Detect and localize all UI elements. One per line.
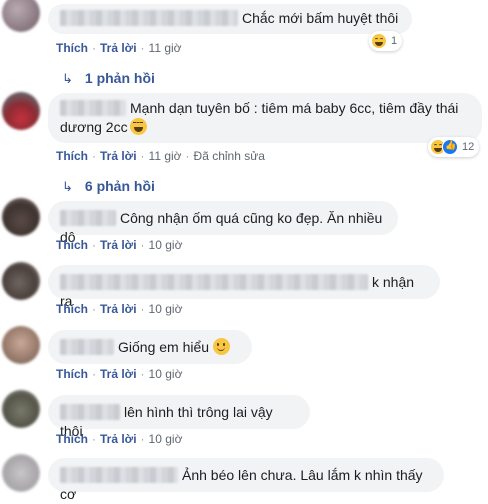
reaction-count: 1 [391, 35, 398, 47]
comment-text: Chắc mới bấm huyệt thôi [242, 10, 399, 26]
blurred-author-name[interactable] [60, 210, 116, 226]
timestamp[interactable]: 10 giờ [149, 302, 183, 316]
reactions-summary[interactable]: 12 [428, 137, 480, 157]
reply-link[interactable]: Trả lời [100, 432, 137, 446]
blurred-author-name[interactable] [60, 274, 368, 290]
reply-link[interactable]: Trả lời [100, 367, 137, 381]
timestamp[interactable]: 11 giờ [149, 149, 182, 163]
comment-bubble: Giống em hiểu [48, 330, 252, 364]
like-link[interactable]: Thích [56, 149, 88, 163]
avatar[interactable] [2, 198, 40, 236]
reply-link[interactable]: Trả lời [100, 41, 137, 55]
smile-icon [213, 338, 231, 355]
comment-actions: Thích · Trả lời · 10 giờ [56, 432, 183, 446]
avatar[interactable] [2, 454, 40, 492]
haha-icon [371, 33, 387, 49]
avatar[interactable] [2, 326, 40, 364]
reaction-count: 12 [462, 141, 475, 153]
avatar[interactable] [2, 262, 40, 300]
comment-bubble: Công nhận ốm quá cũng ko đẹp. Ăn nhiều d… [48, 201, 398, 245]
comment-bubble: k nhận ra [48, 265, 440, 309]
like-link[interactable]: Thích [56, 432, 88, 446]
timestamp[interactable]: 10 giờ [149, 238, 183, 252]
comment-actions: Thích · Trả lời · 10 giờ [56, 367, 183, 381]
view-replies-link[interactable]: ↳ 6 phản hồi [62, 178, 155, 195]
timestamp[interactable]: 11 giờ [149, 41, 182, 55]
comment-text: Giống em hiểu [118, 339, 210, 355]
comment-actions: Thích · Trả lời · 10 giờ [56, 302, 183, 316]
reply-link[interactable]: Trả lời [100, 302, 137, 316]
blurred-author-name[interactable] [60, 10, 238, 26]
comment-bubble: lên hình thì trông lai vậy thôi [48, 395, 310, 439]
reactions-summary[interactable]: 1 [369, 31, 403, 51]
comment-actions: Thích · Trả lời · 11 giờ [56, 41, 182, 55]
view-replies-link[interactable]: ↳ 1 phản hồi [62, 70, 155, 87]
reply-arrow-icon: ↳ [62, 71, 73, 86]
avatar[interactable] [2, 390, 40, 428]
blurred-author-name[interactable] [60, 467, 178, 483]
comment-actions: Thích · Trả lời · 11 giờ · Đã chỉnh sửa [56, 149, 265, 163]
comment-actions: Thích · Trả lời · 10 giờ [56, 238, 183, 252]
like-icon [442, 139, 458, 155]
avatar[interactable] [2, 0, 40, 32]
comment-bubble: Ảnh béo lên chưa. Lâu lắm k nhìn thấy cơ [48, 458, 444, 502]
blurred-author-name[interactable] [60, 339, 114, 355]
blurred-author-name[interactable] [60, 404, 120, 420]
haha-emoji-icon [129, 118, 147, 135]
timestamp[interactable]: 10 giờ [149, 432, 183, 446]
reply-link[interactable]: Trả lời [100, 149, 137, 163]
like-link[interactable]: Thích [56, 367, 88, 381]
like-link[interactable]: Thích [56, 41, 88, 55]
comment-bubble: Chắc mới bấm huyệt thôi [48, 4, 412, 34]
blurred-author-name[interactable] [60, 100, 126, 116]
avatar[interactable] [2, 92, 40, 130]
like-link[interactable]: Thích [56, 238, 88, 252]
timestamp[interactable]: 10 giờ [149, 367, 183, 381]
reply-arrow-icon: ↳ [62, 179, 73, 194]
edited-label[interactable]: Đã chỉnh sửa [194, 149, 265, 163]
comment-bubble: Mạnh dạn tuyên bố : tiêm má baby 6cc, ti… [48, 93, 482, 143]
reply-link[interactable]: Trả lời [100, 238, 137, 252]
like-link[interactable]: Thích [56, 302, 88, 316]
